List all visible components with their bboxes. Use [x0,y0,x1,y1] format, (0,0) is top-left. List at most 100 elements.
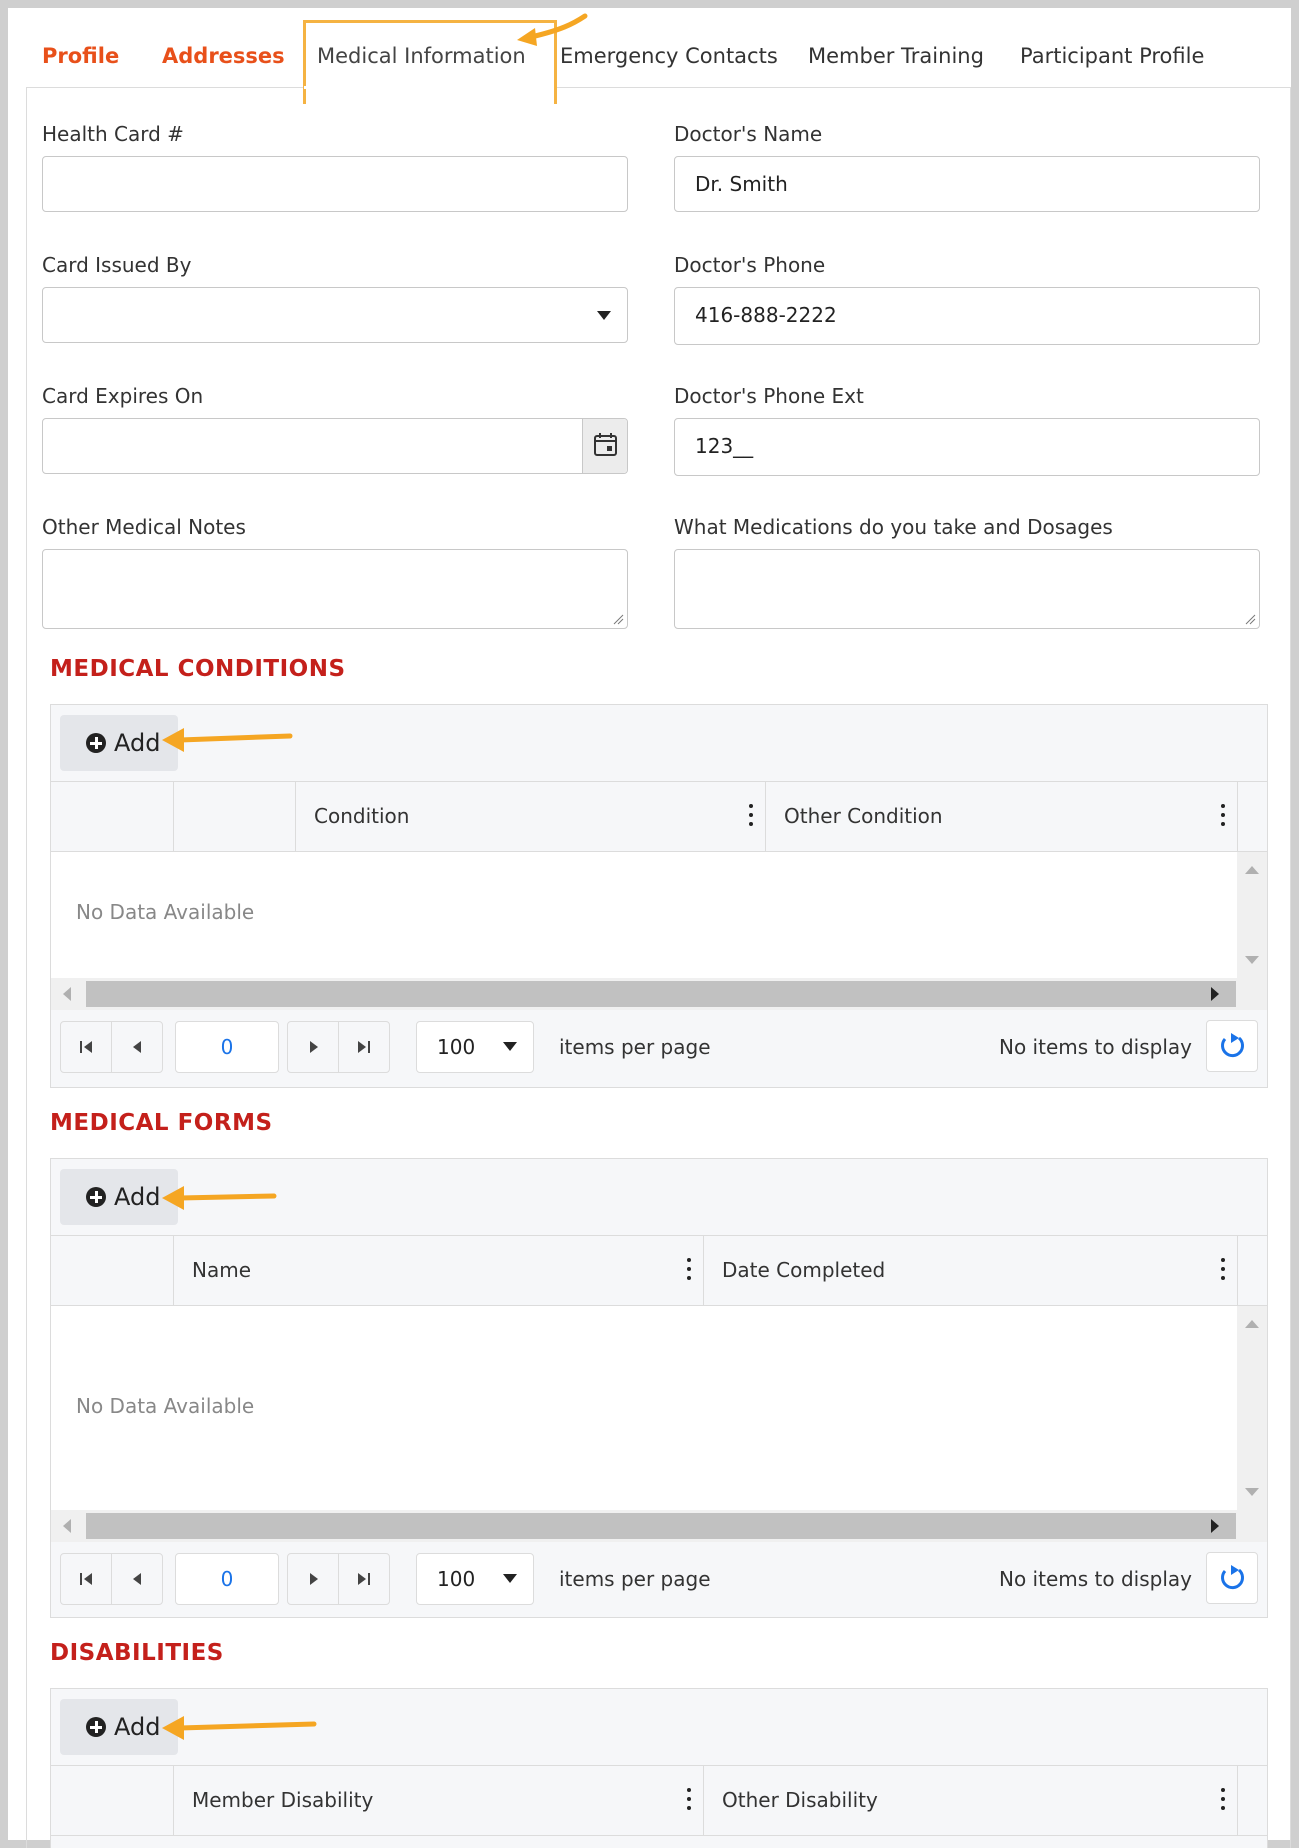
medical-forms-grid: Add Name Date Completed No Data Availabl… [50,1158,1268,1618]
column-header-other-disability[interactable]: Other Disability [704,1766,1238,1835]
grid-body: No Data Available [51,852,1267,978]
next-page-button[interactable] [287,1021,339,1073]
tab-participant-profile[interactable]: Participant Profile [1020,38,1204,74]
tab-medical-information[interactable]: Medical Information [317,38,526,74]
calendar-icon [594,433,617,456]
scroll-down-icon[interactable] [1245,1488,1259,1496]
scroll-right-icon[interactable] [1211,987,1219,1001]
annotation-arrow-tab [517,13,588,46]
column-label: Other Disability [722,1788,878,1812]
refresh-button[interactable] [1206,1552,1258,1604]
scroll-down-icon[interactable] [1245,956,1259,964]
column-label: Member Disability [192,1788,374,1812]
no-data-message: No Data Available [76,1394,255,1418]
health-card-input[interactable] [42,156,628,212]
header-blank-cell [174,782,296,851]
kebab-menu-icon[interactable] [687,1788,691,1810]
pager-status: No items to display [999,1567,1192,1591]
scroll-right-icon[interactable] [1211,1519,1219,1533]
card-expires-label: Card Expires On [42,384,204,408]
disabilities-title: DISABILITIES [50,1640,224,1666]
plus-circle-icon [86,1717,106,1737]
vertical-scrollbar[interactable] [1237,1306,1267,1510]
column-header-condition[interactable]: Condition [296,782,766,851]
doctor-name-input[interactable]: Dr. Smith [674,156,1260,212]
horizontal-scrollbar[interactable] [51,978,1267,1010]
pager-status: No items to display [999,1035,1192,1059]
grid-header: Member Disability Other Disability [51,1766,1267,1836]
health-card-label: Health Card # [42,122,184,146]
page-size-select[interactable]: 100 [416,1553,534,1605]
add-label: Add [114,729,161,757]
kebab-menu-icon[interactable] [1221,1258,1225,1280]
column-label: Name [192,1258,252,1282]
refresh-icon [1221,1033,1244,1058]
card-issued-select[interactable] [42,287,628,343]
other-notes-textarea[interactable] [42,549,628,629]
doctor-phone-input[interactable]: 416-888-2222 [674,287,1260,345]
prev-page-icon [133,1573,141,1585]
column-header-name[interactable]: Name [174,1236,704,1305]
grid-body: No Data Available [51,1306,1267,1510]
column-label: Other Condition [784,804,943,828]
items-per-page-label: items per page [559,1035,711,1059]
page-number-input[interactable]: 0 [175,1021,279,1073]
last-page-icon [358,1573,366,1585]
column-header-date-completed[interactable]: Date Completed [704,1236,1238,1305]
doctor-phone-label: Doctor's Phone [674,253,826,277]
prev-page-button[interactable] [111,1553,163,1605]
kebab-menu-icon[interactable] [749,804,753,826]
tab-addresses[interactable]: Addresses [162,38,285,74]
kebab-menu-icon[interactable] [1221,1788,1225,1810]
dropdown-caret-icon [597,311,611,320]
scroll-left-icon[interactable] [63,1519,71,1533]
prev-page-button[interactable] [111,1021,163,1073]
column-header-other-condition[interactable]: Other Condition [766,782,1238,851]
first-page-button[interactable] [60,1021,112,1073]
calendar-button[interactable] [582,419,627,473]
card-expires-input[interactable] [42,418,628,474]
tab-profile[interactable]: Profile [42,38,119,74]
plus-circle-icon [86,733,106,753]
plus-circle-icon [86,1187,106,1207]
scrollbar-thumb[interactable] [86,1513,1236,1539]
kebab-menu-icon[interactable] [687,1258,691,1280]
vertical-scrollbar[interactable] [1237,852,1267,978]
medical-forms-title: MEDICAL FORMS [50,1110,273,1136]
resize-handle-icon[interactable] [1244,613,1256,625]
next-page-icon [310,1041,318,1053]
kebab-menu-icon[interactable] [1221,804,1225,826]
doctor-ext-input[interactable]: 123__ [674,418,1260,476]
medical-conditions-title: MEDICAL CONDITIONS [50,656,346,682]
medications-textarea[interactable] [674,549,1260,629]
scrollbar-thumb[interactable] [86,981,1236,1007]
last-page-button[interactable] [338,1021,390,1073]
header-blank-cell [51,1766,174,1835]
items-per-page-label: items per page [559,1567,711,1591]
dropdown-caret-icon [503,1042,517,1051]
grid-pager: 0 100 items per page No items to display [51,1542,1267,1616]
scroll-left-icon[interactable] [63,987,71,1001]
scroll-up-icon[interactable] [1245,1320,1259,1328]
page-size-value: 100 [437,1567,476,1591]
refresh-button[interactable] [1206,1020,1258,1072]
medications-label: What Medications do you take and Dosages [674,515,1113,539]
column-header-member-disability[interactable]: Member Disability [174,1766,704,1835]
medical-conditions-grid: Add Condition Other Condition No Data Av… [50,704,1268,1088]
page-number-input[interactable]: 0 [175,1553,279,1605]
horizontal-scrollbar[interactable] [51,1510,1267,1542]
resize-handle-icon[interactable] [612,613,624,625]
doctor-ext-label: Doctor's Phone Ext [674,384,864,408]
add-label: Add [114,1713,161,1741]
annotation-arrow-disabilities [162,1716,317,1740]
next-page-button[interactable] [287,1553,339,1605]
first-page-button[interactable] [60,1553,112,1605]
annotation-arrow-forms [162,1186,277,1210]
page-size-select[interactable]: 100 [416,1021,534,1073]
last-page-button[interactable] [338,1553,390,1605]
prev-page-icon [133,1041,141,1053]
scroll-up-icon[interactable] [1245,866,1259,874]
tab-member-training[interactable]: Member Training [808,38,984,74]
card-issued-label: Card Issued By [42,253,192,277]
active-tab-gap [304,86,554,89]
